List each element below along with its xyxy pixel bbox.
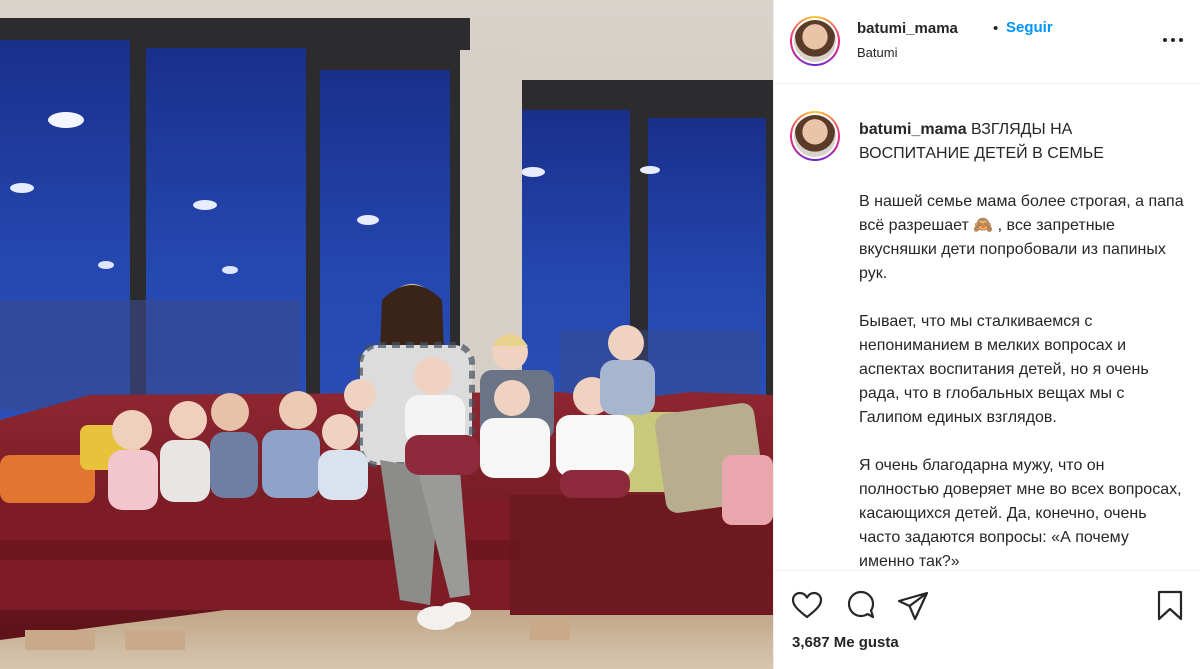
more-options-icon[interactable] [1160,30,1186,50]
post-side-panel: batumi_mama • Seguir Batumi batumi_mama … [773,0,1200,669]
location-link[interactable]: Batumi [857,45,897,60]
author-username-link[interactable]: batumi_mama [857,20,958,37]
comment-icon[interactable] [844,589,878,623]
caption-heading: batumi_mama ВЗГЛЯДЫ НА ВОСПИТАНИЕ ДЕТЕЙ … [859,118,1184,166]
paper-plane-icon[interactable] [896,589,930,623]
caption-username-link[interactable]: batumi_mama [859,121,967,138]
family-on-sofa-image [0,0,773,669]
follow-button[interactable]: Seguir [1006,19,1053,36]
likes-label: Me gusta [833,634,899,651]
caption-paragraph-2: Бывает, что мы сталкиваемся с непонимани… [859,313,1149,426]
caption-section[interactable]: batumi_mama ВЗГЛЯДЫ НА ВОСПИТАНИЕ ДЕТЕЙ … [774,85,1200,569]
post-photo[interactable] [0,0,773,669]
bookmark-icon[interactable] [1153,589,1187,623]
author-avatar[interactable] [790,16,840,66]
separator-dot: • [993,20,999,37]
likes-number: 3,687 [792,634,830,651]
action-bar: 3,687 Me gusta [774,570,1200,669]
caption-paragraph-3: Я очень благодарна мужу, что он полность… [859,457,1182,569]
caption-author-avatar[interactable] [790,111,840,161]
caption-text: batumi_mama ВЗГЛЯДЫ НА ВОСПИТАНИЕ ДЕТЕЙ … [859,118,1184,569]
caption-paragraph-1: В нашей семье мама более строгая, а папа… [859,193,1184,282]
heart-icon[interactable] [790,589,824,623]
likes-count[interactable]: 3,687 Me gusta [792,634,899,651]
post-header: batumi_mama • Seguir Batumi [774,0,1200,84]
